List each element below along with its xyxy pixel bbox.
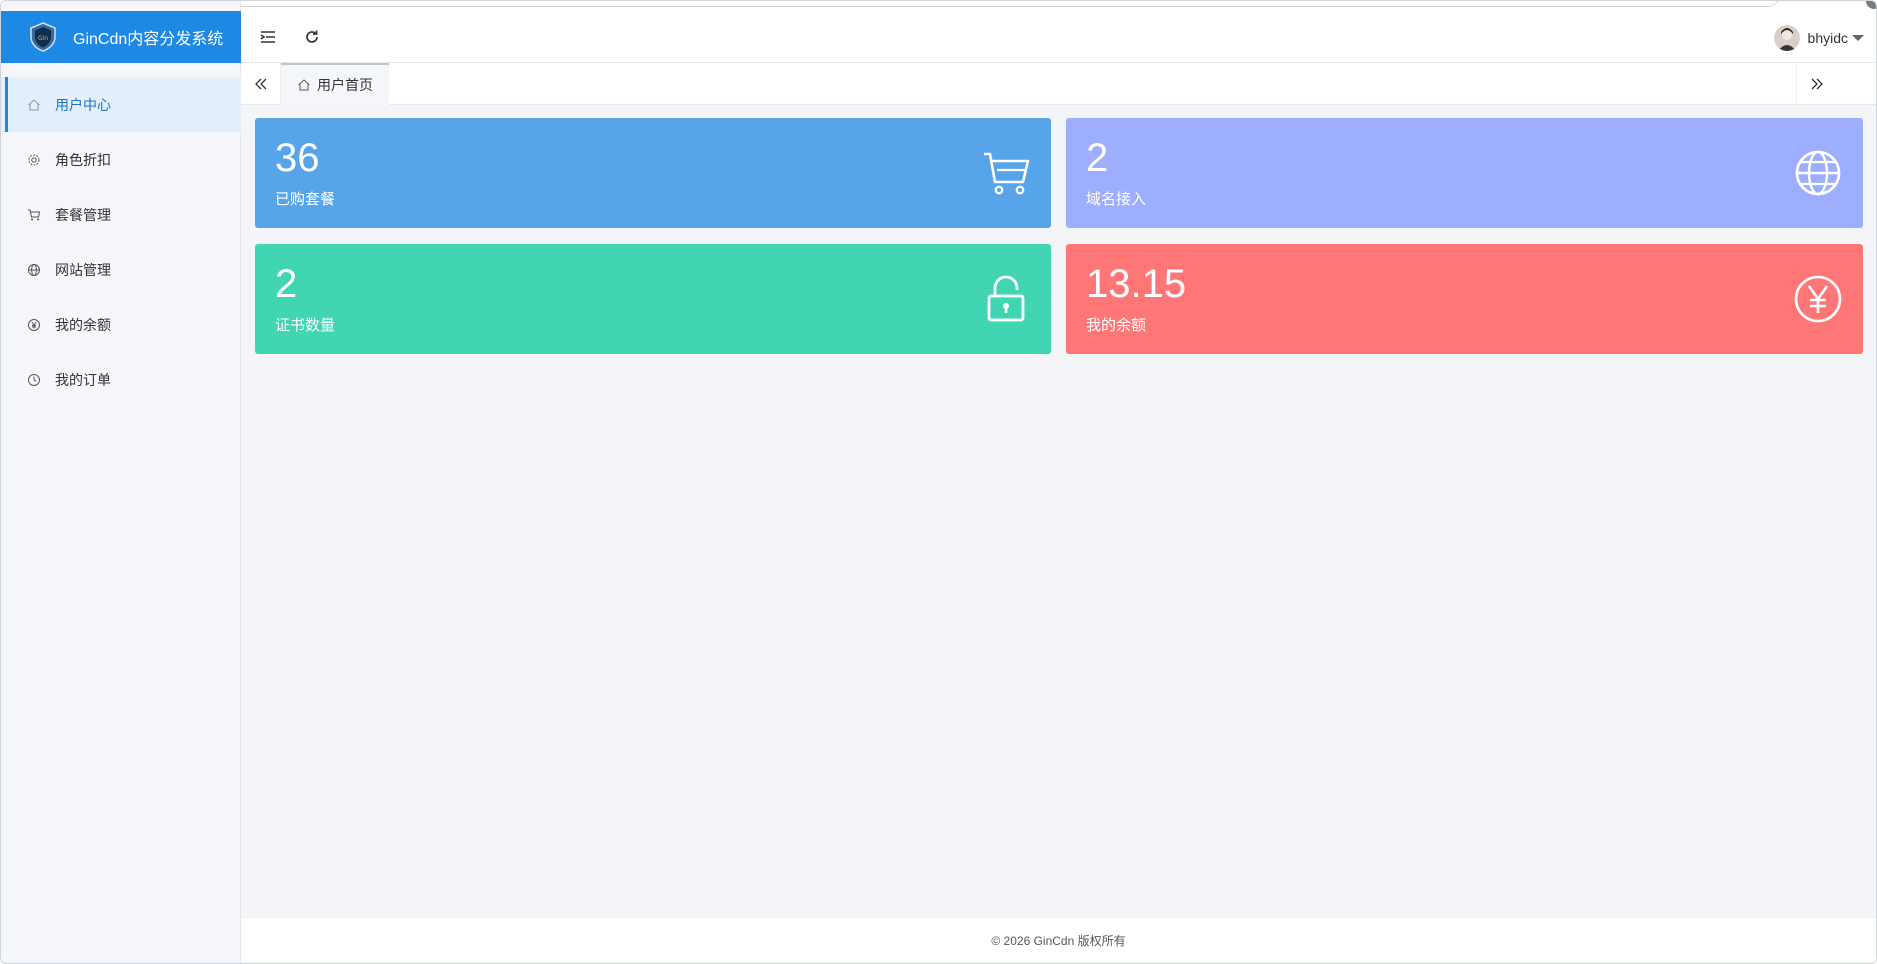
sidebar-item-label: 我的订单 — [55, 371, 111, 388]
stat-value: 2 — [1086, 136, 1109, 180]
stat-card-domain-access[interactable]: 2 域名接入 — [1066, 118, 1863, 228]
sidebar-menu: 用户中心 角色折扣 套餐管理 网站管理 我的余额 我的订单 — [1, 77, 241, 407]
sidebar-item-website-management[interactable]: 网站管理 — [1, 242, 241, 297]
tab-user-home[interactable]: 用户首页 — [281, 63, 389, 105]
yen-circle-icon — [27, 318, 41, 332]
footer: © 2026 GinCdn 版权所有 — [241, 917, 1876, 963]
sidebar-item-user-center[interactable]: 用户中心 — [1, 77, 241, 132]
globe-icon — [27, 263, 41, 277]
app-window: Gin GinCdn内容分发系统 用户中心 角色折扣 套餐管理 网站管理 我的余… — [0, 0, 1877, 964]
avatar — [1773, 25, 1800, 51]
sidebar-item-label: 网站管理 — [55, 261, 111, 278]
sidebar-item-my-orders[interactable]: 我的订单 — [1, 352, 241, 407]
cart-icon — [27, 208, 41, 222]
stat-card-my-balance[interactable]: 13.15 我的余额 — [1066, 244, 1863, 354]
globe-icon — [1795, 150, 1841, 196]
stat-card-purchased-packages[interactable]: 36 已购套餐 — [255, 118, 1051, 228]
sidebar: Gin GinCdn内容分发系统 用户中心 角色折扣 套餐管理 网站管理 我的余… — [1, 1, 241, 963]
main-content: 36 已购套餐 2 域名接入 2 证书数量 13.15 我的余额 — [241, 105, 1876, 917]
top-header: bhyidc — [241, 11, 1876, 63]
stat-card-certificate-count[interactable]: 2 证书数量 — [255, 244, 1051, 354]
tab-label: 用户首页 — [317, 77, 373, 93]
username-label: bhyidc — [1807, 30, 1848, 46]
browser-address-bar — [81, 1, 1781, 7]
toggle-sidebar-button[interactable] — [257, 26, 279, 48]
refresh-icon — [306, 30, 318, 43]
yen-circle-icon — [1794, 275, 1842, 323]
tabs-scroll-left-button[interactable] — [241, 63, 281, 105]
brand-bar[interactable]: Gin GinCdn内容分发系统 — [1, 11, 241, 63]
sidebar-item-label: 角色折扣 — [55, 151, 111, 168]
user-menu[interactable]: bhyidc — [1773, 25, 1864, 51]
home-icon — [27, 98, 41, 112]
app-title: GinCdn内容分发系统 — [73, 31, 224, 48]
tabs-bar: 用户首页 — [241, 63, 1876, 105]
double-chevron-left-icon — [254, 78, 266, 90]
stat-label: 我的余额 — [1086, 317, 1147, 334]
gear-icon — [27, 153, 41, 167]
sidebar-item-label: 套餐管理 — [55, 206, 111, 223]
sidebar-item-role-discount[interactable]: 角色折扣 — [1, 132, 241, 187]
refresh-button[interactable] — [301, 26, 323, 48]
clock-icon — [27, 373, 41, 387]
copyright-text: © 2026 GinCdn 版权所有 — [991, 934, 1126, 948]
svg-text:Gin: Gin — [38, 35, 48, 42]
double-chevron-right-icon — [1811, 78, 1823, 90]
browser-corner-icon — [1866, 1, 1876, 9]
caret-down-icon — [1852, 35, 1864, 41]
sidebar-item-label: 我的余额 — [55, 316, 111, 333]
sidebar-item-package-management[interactable]: 套餐管理 — [1, 187, 241, 242]
stat-value: 2 — [275, 262, 298, 306]
stat-value: 36 — [275, 136, 320, 180]
stat-label: 证书数量 — [275, 317, 336, 334]
sidebar-item-label: 用户中心 — [55, 96, 111, 113]
sidebar-item-my-balance[interactable]: 我的余额 — [1, 297, 241, 352]
stat-value: 13.15 — [1086, 262, 1187, 306]
tabs-scroll-right-button[interactable] — [1796, 63, 1836, 105]
shield-logo-icon: Gin — [30, 22, 56, 52]
stat-label: 已购套餐 — [275, 191, 336, 208]
home-icon — [297, 78, 311, 92]
unlock-icon — [987, 275, 1025, 322]
stat-label: 域名接入 — [1086, 191, 1147, 208]
cart-icon — [984, 152, 1030, 195]
indent-menu-icon — [260, 31, 275, 43]
